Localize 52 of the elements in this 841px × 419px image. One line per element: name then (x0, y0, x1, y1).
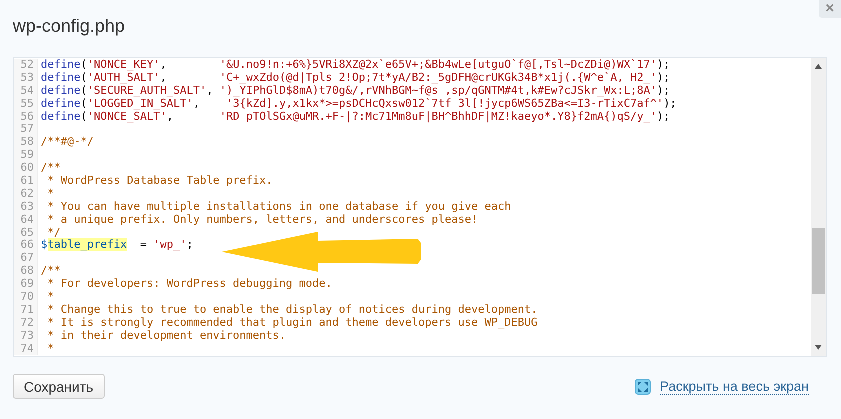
scroll-up-icon[interactable] (815, 64, 822, 69)
code-line: * Change this to true to enable the display of notices during development. (46, 304, 538, 317)
code-editor[interactable] (13, 57, 827, 357)
fullscreen-icon[interactable] (635, 378, 652, 394)
line-number: 72 (14, 316, 38, 330)
line-number: 74 (14, 342, 38, 356)
code-line: * WordPress Database Table prefix. (46, 175, 273, 188)
scroll-thumb[interactable] (812, 228, 825, 294)
code-line: */ (46, 226, 61, 240)
code-line: * You can have multiple installations in one database if you give each (46, 200, 512, 214)
line-number: 59 (14, 149, 38, 162)
line-number: 70 (14, 291, 38, 304)
line-number: 60 (14, 162, 38, 176)
code-line: * (46, 342, 54, 356)
line-number: 61 (14, 175, 38, 188)
line-number: 63 (14, 200, 38, 214)
code-line: /** (40, 162, 61, 176)
code-line: define('SECURE_AUTH_SALT', ')_YIPhGlD$8mA)t70g&/,rVNhBGM~f@s ,sp/qGNTM#4t,k#Ew?cJSkr_Wx:L;8A'); (40, 84, 670, 97)
code-line: define('AUTH_SALT', 'C+_wxZdo(@d|Tpls 2!Op;7t*yA/B2:_5gDFH@crUKGk34B*x1j(.{W^e`A, H2_'); (40, 72, 670, 85)
line-number: 54 (14, 84, 38, 98)
code-line: define('NONCE_KEY', '&U.no9!n:+6%}5VRi8XZ@2x`e65V+;&Bb4wLe[utguO`f@[,Tsl~DcZDi@)WX`17'); (40, 59, 670, 72)
code-line: /** (40, 265, 61, 278)
line-number: 52 (14, 59, 38, 72)
scroll-down-icon[interactable] (815, 345, 822, 350)
line-number: 55 (14, 98, 38, 111)
code-line: define('NONCE_SALT', 'RD pTOlSGx@uMR.+F-|?:Mc71Mm8uF|BH^BhhDF|MZ!kaeyo*.Y8}f2mA{)qS/y_'); (40, 110, 670, 124)
dialog-title: wp-config.php (13, 16, 126, 37)
code-line: * in their development environments. (46, 330, 286, 343)
fullscreen-link[interactable]: Раскрыть на весь экран (660, 378, 809, 394)
line-number: 57 (14, 123, 38, 136)
line-number: 69 (14, 278, 38, 292)
line-number: 56 (14, 110, 38, 124)
code-line: /**#@-*/ (40, 136, 94, 150)
line-number: 62 (14, 188, 38, 201)
line-number: 53 (14, 72, 38, 85)
line-number: 67 (14, 252, 38, 266)
code-line: * For developers: WordPress debugging mode. (46, 278, 332, 292)
code-line: $table_prefix = 'wp_'; (40, 239, 194, 252)
code-line: * (46, 188, 54, 201)
scrollbar[interactable] (811, 58, 826, 356)
line-number: 58 (14, 136, 38, 150)
save-button[interactable]: Сохранить (13, 374, 105, 399)
code-line: * It is strongly recommended that plugin and theme developers use WP_DEBUG (46, 316, 538, 330)
line-number: 64 (14, 214, 38, 227)
line-number: 66 (14, 239, 38, 252)
code-line: * (46, 291, 54, 304)
code-line: define('LOGGED_IN_SALT', '3{kZd].y,x1kx*>=psDCHcQxsw012`7tf 3l[!jycp6WS65ZBa<=I3-rTixC7af^'); (40, 98, 677, 111)
code-line: * a unique prefix. Only numbers, letters, and underscores please! (46, 214, 478, 227)
line-number: 68 (14, 265, 38, 278)
line-number: 71 (14, 304, 38, 317)
line-number: 65 (14, 226, 38, 240)
line-number: 73 (14, 330, 38, 343)
